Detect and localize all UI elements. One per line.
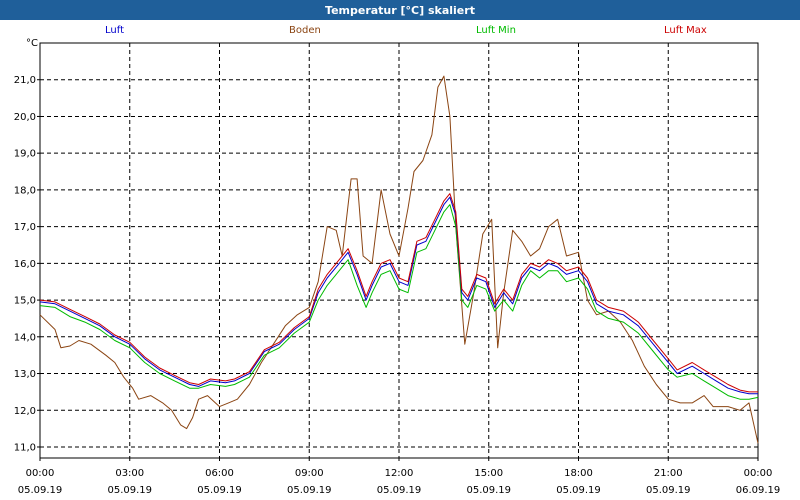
x-axis-ticks: 00:00 05.09.19 03:00 05.09.19 06:00 05.09.19 0…	[18, 458, 781, 496]
x-tick-time: 06:00	[205, 468, 234, 479]
x-tick-date: 05.09.19	[646, 485, 691, 496]
x-tick-date: 05.09.19	[287, 485, 332, 496]
y-tick-label: 15,0	[14, 296, 36, 307]
x-tick-time: 09:00	[295, 468, 324, 479]
y-axis-ticks: 11,0 12,0 13,0 14,0 15,0 16,0 17,0 18,0 19,0 20,0…	[14, 75, 40, 453]
x-tick-date: 05.09.19	[556, 485, 601, 496]
x-tick-date: 05.09.19	[377, 485, 422, 496]
x-tick-time: 21:00	[654, 468, 683, 479]
x-tick-time: 12:00	[385, 468, 414, 479]
x-tick-time: 03:00	[115, 468, 144, 479]
y-tick-label: 16,0	[14, 259, 36, 270]
x-tick-date: 05.09.19	[107, 485, 152, 496]
x-tick-time: 00:00	[26, 468, 55, 479]
x-tick-date: 05.09.19	[197, 485, 242, 496]
y-tick-label: 14,0	[14, 332, 36, 343]
y-tick-label: 11,0	[14, 442, 36, 453]
y-tick-label: 20,0	[14, 112, 36, 123]
x-tick-time: 00:00	[744, 468, 773, 479]
y-tick-label: 13,0	[14, 369, 36, 380]
x-tick-time: 15:00	[474, 468, 503, 479]
series-line-luft-max	[39, 193, 758, 393]
temperature-line-chart: 11,0 12,0 13,0 14,0 15,0 16,0 17,0 18,0 19,0 20,0…	[14, 42, 781, 496]
y-tick-label: 17,0	[14, 222, 36, 233]
y-tick-label: 12,0	[14, 406, 36, 417]
y-tick-label: 21,0	[14, 75, 36, 86]
x-tick-date: 06.09.19	[736, 485, 781, 496]
y-tick-label: 18,0	[14, 185, 36, 196]
grid	[40, 43, 758, 458]
x-tick-date: 05.09.19	[466, 485, 511, 496]
x-tick-time: 18:00	[564, 468, 593, 479]
y-tick-label: 19,0	[14, 149, 36, 160]
x-tick-date: 05.09.19	[18, 485, 63, 496]
